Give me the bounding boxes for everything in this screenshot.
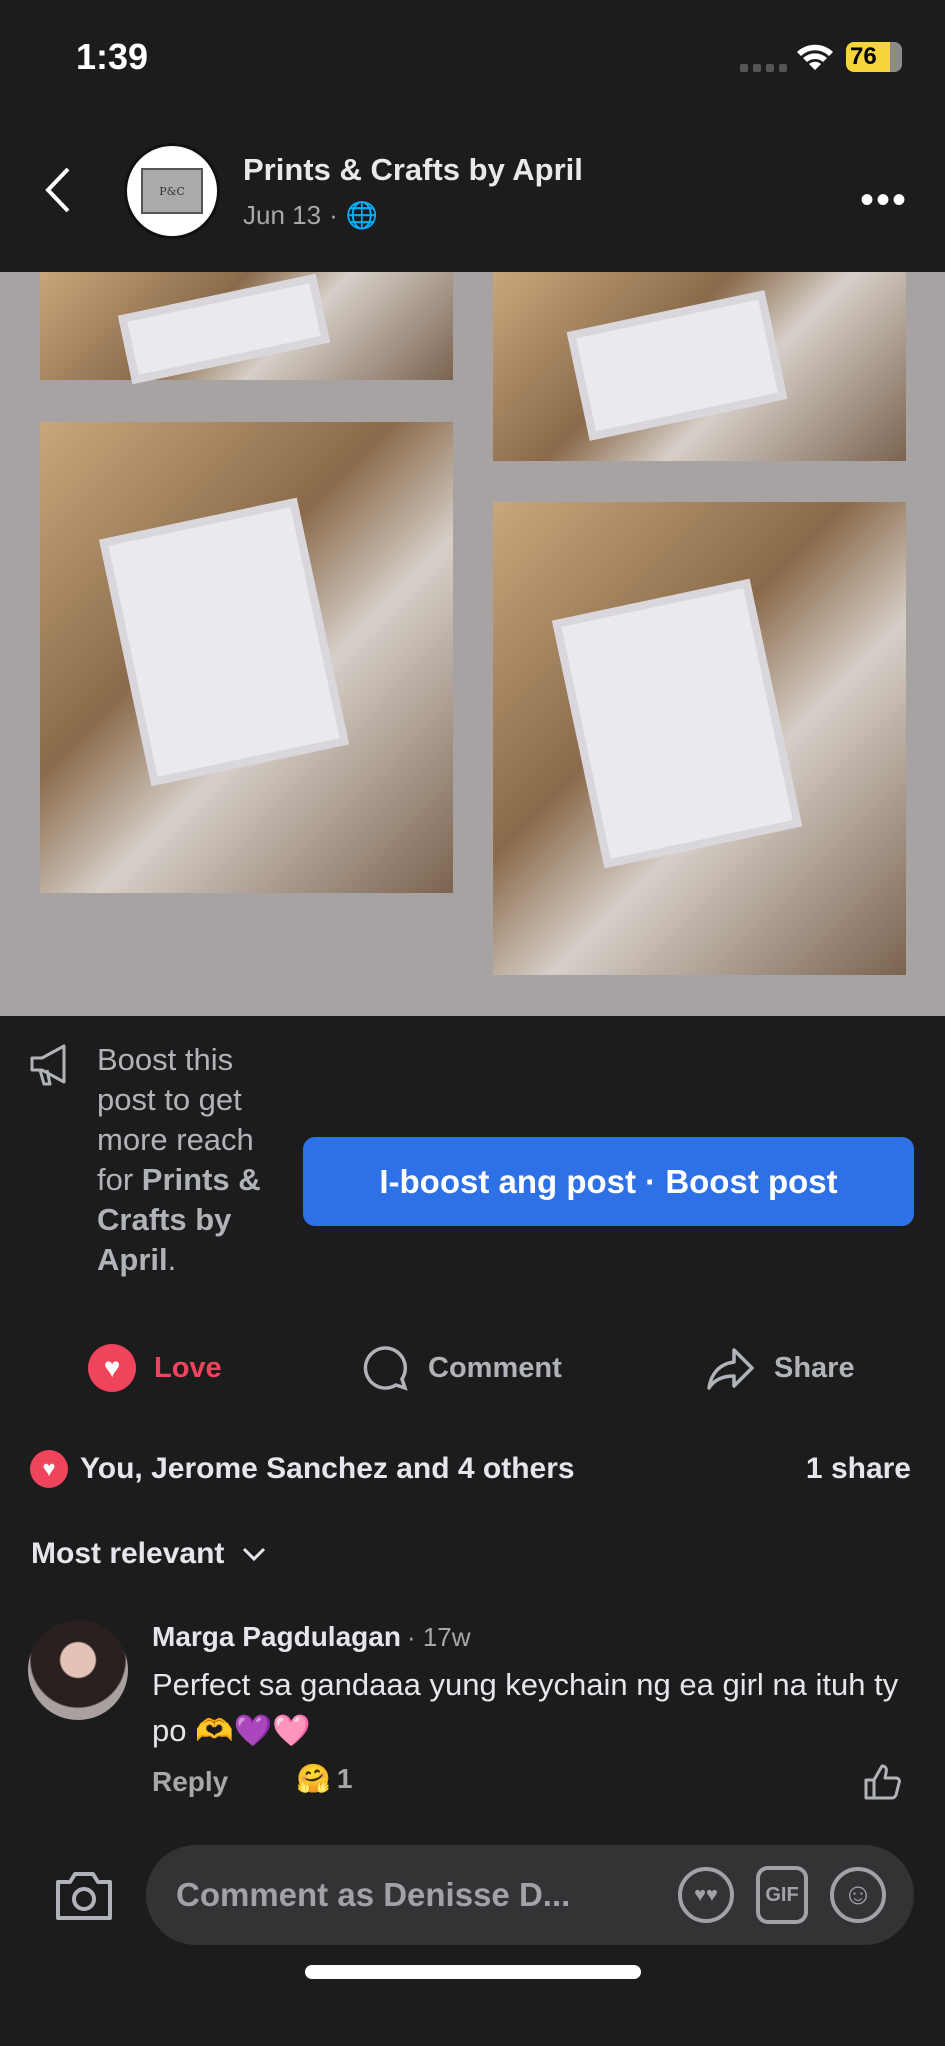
post-photo-gallery[interactable]	[0, 272, 945, 1016]
comment-header: Marga Pagdulagan · 17w	[152, 1621, 471, 1653]
emoji-icon[interactable]: ☺	[830, 1867, 886, 1923]
status-time: 1:39	[76, 36, 149, 77]
comment-sort-dropdown[interactable]: Most relevant	[31, 1537, 266, 1571]
wifi-icon	[797, 44, 833, 70]
comment-button[interactable]: Comment	[362, 1345, 562, 1391]
home-indicator[interactable]	[305, 1965, 641, 1979]
page-avatar[interactable]: P&C	[124, 143, 220, 239]
cellular-signal-icon	[740, 64, 787, 72]
page-name[interactable]: Prints & Crafts by April	[243, 152, 583, 188]
photo-keychain-3[interactable]	[40, 422, 453, 893]
boost-prompt: Boost this post to get more reach for Pr…	[97, 1040, 297, 1280]
comment-input-placeholder: Comment as Denisse D...	[176, 1876, 571, 1913]
chevron-down-icon	[243, 1547, 266, 1561]
share-count[interactable]: 1 share	[806, 1452, 911, 1486]
separator: ·	[329, 200, 338, 230]
thumbs-up-icon[interactable]	[862, 1762, 902, 1802]
reaction-names: You, Jerome Sanchez and 4 others	[80, 1452, 575, 1485]
share-arrow-icon	[707, 1348, 754, 1390]
love-reaction-icon: ♥	[30, 1450, 68, 1488]
comment-text: Perfect sa gandaaa yung keychain ng ea g…	[152, 1667, 899, 1748]
comment-author[interactable]: Marga Pagdulagan	[152, 1621, 401, 1653]
reaction-count: 1	[336, 1762, 353, 1794]
reply-button[interactable]: Reply	[152, 1766, 228, 1798]
megaphone-icon	[30, 1044, 66, 1086]
reaction-summary[interactable]: ♥ You, Jerome Sanchez and 4 others	[30, 1450, 575, 1488]
care-reaction-icon: 🤗	[296, 1763, 331, 1794]
sort-label: Most relevant	[31, 1537, 225, 1570]
photo-keychain-2[interactable]	[493, 272, 906, 461]
share-label: Share	[774, 1351, 855, 1384]
boost-prompt-period: .	[167, 1242, 177, 1277]
avatar-sticker-icon[interactable]: ♥♥	[678, 1867, 734, 1923]
comment-reactions[interactable]: 🤗 1	[296, 1762, 352, 1795]
back-arrow-icon[interactable]	[40, 165, 74, 215]
heart-icon: ♥	[88, 1344, 136, 1392]
post-meta: Jun 13 · 🌐	[243, 200, 378, 231]
more-options-icon[interactable]: •••	[860, 178, 908, 223]
love-label: Love	[154, 1351, 222, 1384]
gif-button[interactable]: GIF	[756, 1866, 808, 1924]
commenter-avatar[interactable]	[28, 1620, 128, 1720]
battery-icon: 76	[846, 42, 902, 72]
share-button[interactable]: Share	[706, 1345, 855, 1391]
comment-input[interactable]: Comment as Denisse D... ♥♥ GIF ☺	[146, 1845, 914, 1945]
comment-time: · 17w	[406, 1622, 471, 1652]
camera-icon[interactable]	[54, 1870, 114, 1922]
photo-keychain-1[interactable]	[40, 272, 453, 380]
comment-label: Comment	[428, 1351, 562, 1384]
page-logo: P&C	[141, 168, 203, 214]
comment-bubble-icon	[363, 1346, 408, 1391]
globe-icon: 🌐	[345, 200, 379, 230]
love-button[interactable]: ♥ Love	[88, 1344, 222, 1392]
battery-level: 76	[850, 43, 877, 70]
post-date: Jun 13	[243, 200, 322, 230]
photo-keychain-4[interactable]	[493, 502, 906, 975]
boost-post-button[interactable]: I-boost ang post · Boost post	[303, 1137, 914, 1226]
